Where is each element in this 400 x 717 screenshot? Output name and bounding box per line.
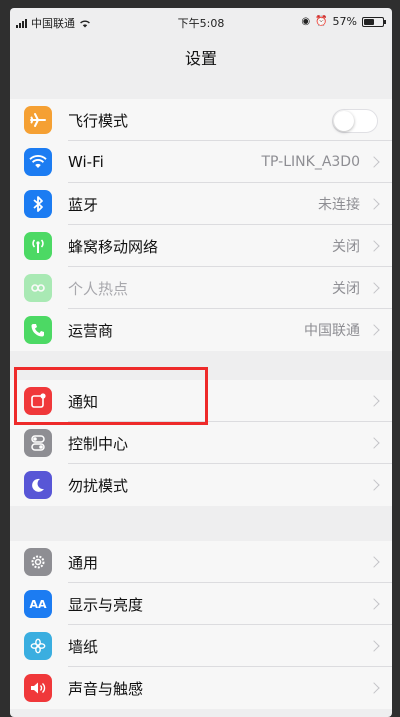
speaker-icon (24, 674, 52, 702)
battery-percent: 57% (332, 15, 357, 28)
bluetooth-icon (24, 190, 52, 218)
settings-row-label: Wi-Fi (68, 153, 104, 171)
chevron-right-icon (368, 598, 380, 610)
settings-row-label: 蓝牙 (68, 195, 99, 214)
settings-group-notifications: 通知 控制中心 勿扰模式 (10, 380, 392, 506)
settings-row-hotspot[interactable]: 个人热点 关闭 (10, 267, 392, 309)
settings-row-label: 通用 (68, 553, 99, 572)
cellular-icon (24, 232, 52, 260)
settings-row-sounds[interactable]: 声音与触感 (10, 667, 392, 709)
settings-row-value: 中国联通 (304, 323, 360, 339)
chevron-right-icon (368, 640, 380, 652)
display-icon: AA (24, 590, 52, 618)
settings-row-bluetooth[interactable]: 蓝牙 未连接 (10, 183, 392, 225)
settings-row-value: 关闭 (332, 281, 360, 297)
settings-row-label: 显示与亮度 (68, 595, 144, 614)
chevron-right-icon (368, 682, 380, 694)
settings-row-wallpaper[interactable]: 墙纸 (10, 625, 392, 667)
settings-row-value: 未连接 (318, 197, 360, 213)
settings-row-label: 勿扰模式 (68, 476, 129, 495)
moon-icon (24, 471, 52, 499)
settings-row-label: 声音与触感 (68, 679, 144, 698)
settings-row-value: TP-LINK_A3D0 (261, 154, 361, 170)
wifi-icon (24, 148, 52, 176)
chevron-right-icon (368, 282, 380, 294)
status-bar: 中国联通 下午5:08 ◉ ⏰ 57% (10, 8, 392, 32)
chevron-right-icon (368, 395, 380, 407)
control-center-icon (24, 429, 52, 457)
settings-group-connectivity: 飞行模式 Wi-Fi TP-LINK_A3D0 蓝牙 未连接 蜂窝移动网络 关闭… (10, 99, 392, 351)
settings-row-notifications[interactable]: 通知 (10, 380, 392, 422)
rotation-lock-icon: ◉ (301, 16, 311, 27)
chevron-right-icon (368, 437, 380, 449)
alarm-icon: ⏰ (315, 16, 328, 27)
settings-row-control-center[interactable]: 控制中心 (10, 422, 392, 464)
chevron-right-icon (368, 479, 380, 491)
settings-row-label: 墙纸 (68, 637, 99, 656)
settings-row-display[interactable]: AA 显示与亮度 (10, 583, 392, 625)
settings-row-label: 个人热点 (68, 279, 129, 298)
settings-row-carrier[interactable]: 运营商 中国联通 (10, 309, 392, 351)
wallpaper-icon (24, 632, 52, 660)
nav-bar: 设置 (10, 32, 392, 76)
settings-row-label: 蜂窝移动网络 (68, 237, 159, 256)
hotspot-icon (24, 274, 52, 302)
battery-icon (362, 16, 386, 27)
settings-group-general: 通用 AA 显示与亮度 墙纸 声音与触感 (10, 541, 392, 709)
chevron-right-icon (368, 556, 380, 568)
page-title: 设置 (184, 49, 217, 68)
settings-row-value: 关闭 (332, 239, 360, 255)
phone-icon (24, 316, 52, 344)
chevron-right-icon (368, 198, 380, 210)
settings-row-label: 通知 (68, 392, 99, 411)
settings-row-do-not-disturb[interactable]: 勿扰模式 (10, 464, 392, 506)
settings-screen: 中国联通 下午5:08 ◉ ⏰ 57% 设置 飞行模式 Wi-Fi TP-LIN… (10, 8, 392, 717)
settings-row-label: 控制中心 (68, 434, 129, 453)
settings-row-airplane[interactable]: 飞行模式 (10, 99, 392, 141)
chevron-right-icon (368, 324, 380, 336)
settings-row-label: 运营商 (68, 321, 114, 340)
chevron-right-icon (368, 156, 380, 168)
airplane-icon (24, 106, 52, 134)
settings-row-cellular[interactable]: 蜂窝移动网络 关闭 (10, 225, 392, 267)
notifications-icon (24, 387, 52, 415)
settings-row-wifi[interactable]: Wi-Fi TP-LINK_A3D0 (10, 141, 392, 183)
gear-icon (24, 548, 52, 576)
chevron-right-icon (368, 240, 380, 252)
settings-row-label: 飞行模式 (68, 111, 129, 130)
settings-row-general[interactable]: 通用 (10, 541, 392, 583)
airplane-toggle[interactable] (332, 109, 378, 133)
